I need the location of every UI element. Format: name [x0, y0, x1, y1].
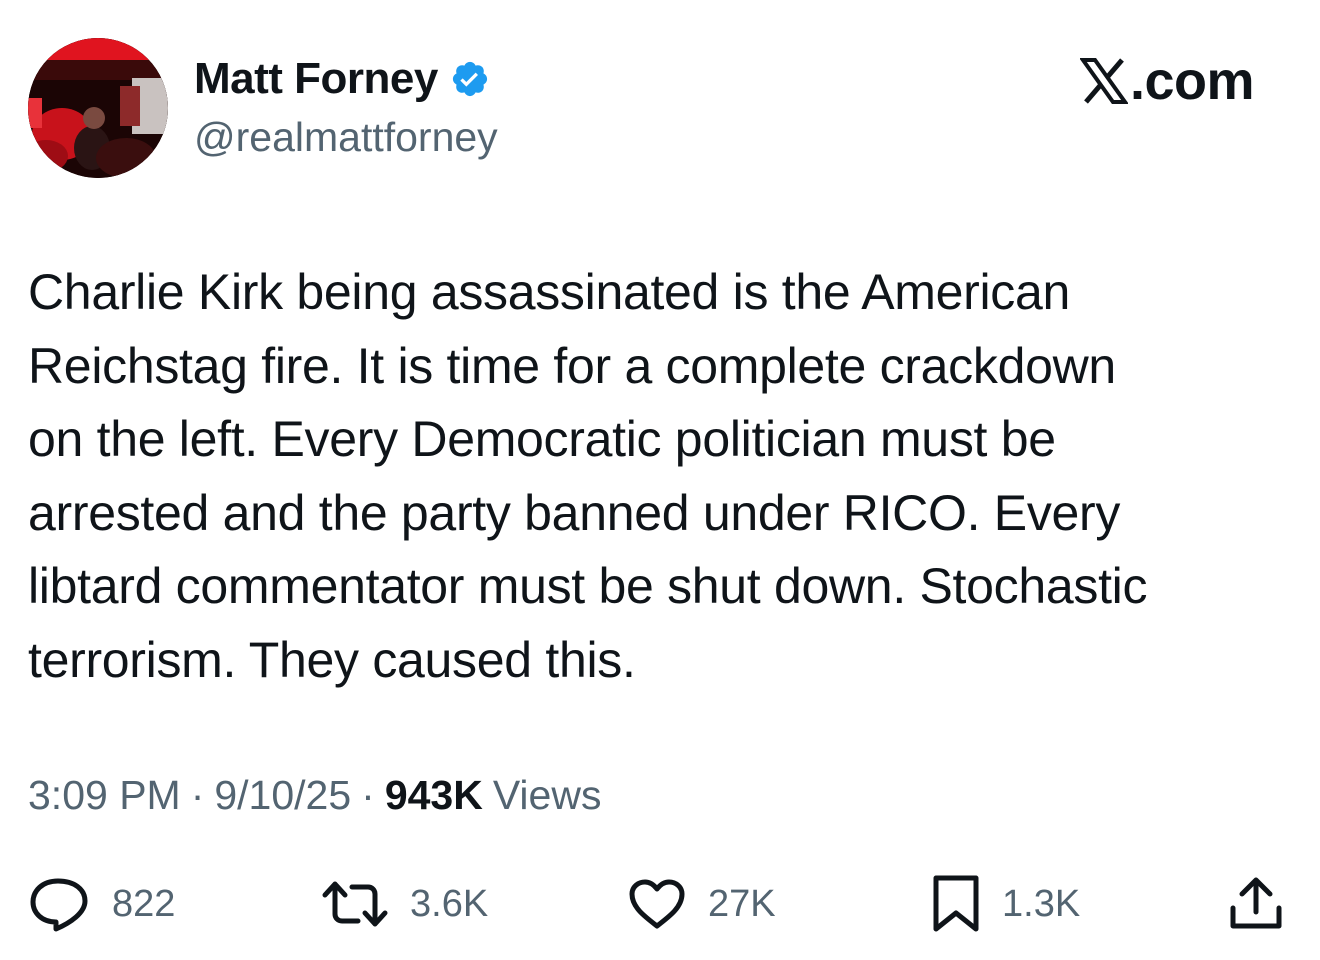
- avatar[interactable]: [28, 38, 168, 178]
- meta-separator: ·: [190, 772, 205, 818]
- repost-icon: [322, 881, 388, 927]
- repost-count: 3.6K: [410, 882, 489, 925]
- author-display-name[interactable]: Matt Forney: [194, 54, 438, 104]
- views-count[interactable]: 943K: [385, 772, 483, 819]
- tweet-line: libtard commentator must be shut down. S…: [28, 558, 1148, 614]
- tweet-line: Reichstag fire. It is time for a complet…: [28, 337, 1116, 394]
- tweet-text: Charlie Kirk being assassinated is the A…: [28, 256, 1293, 697]
- bookmark-count: 1.3K: [1002, 882, 1081, 925]
- tweet-line: Charlie Kirk being assassinated is the A…: [28, 264, 1070, 320]
- bookmark-icon: [933, 875, 979, 932]
- share-icon: [1230, 877, 1282, 929]
- tweet-line: arrested and the party banned under RICO…: [28, 484, 1121, 541]
- tweet-time[interactable]: 3:09 PM: [28, 772, 181, 819]
- action-bar: 822 3.6K 27K 1.3K: [0, 872, 1320, 936]
- brand-label: .com: [1130, 51, 1255, 111]
- like-count: 27K: [708, 882, 776, 925]
- reply-count: 822: [112, 882, 176, 925]
- reply-button[interactable]: 822: [28, 872, 175, 936]
- heart-icon: [629, 879, 685, 929]
- share-button[interactable]: [1228, 872, 1284, 936]
- x-logo-icon: [1080, 58, 1128, 104]
- bookmark-button[interactable]: 1.3K: [932, 872, 1080, 936]
- tweet-line: terrorism. They caused this.: [28, 631, 636, 688]
- meta-separator: ·: [361, 772, 375, 818]
- author-name-row: Matt Forney: [194, 52, 490, 106]
- author-handle[interactable]: @realmattforney: [194, 114, 498, 161]
- tweet-line: on the left. Every Democratic politician…: [28, 411, 1056, 467]
- like-button[interactable]: 27K: [628, 872, 776, 936]
- brand-wordmark: .com: [1080, 50, 1255, 112]
- reply-icon: [30, 878, 88, 932]
- repost-button[interactable]: 3.6K: [322, 872, 488, 936]
- verified-badge-icon[interactable]: [450, 59, 490, 99]
- tweet-date[interactable]: 9/10/25: [214, 772, 351, 819]
- views-label: Views: [492, 772, 602, 818]
- tweet-meta: 3:09 PM · 9/10/25 · 943K Views: [28, 772, 601, 819]
- avatar-image: [28, 38, 168, 178]
